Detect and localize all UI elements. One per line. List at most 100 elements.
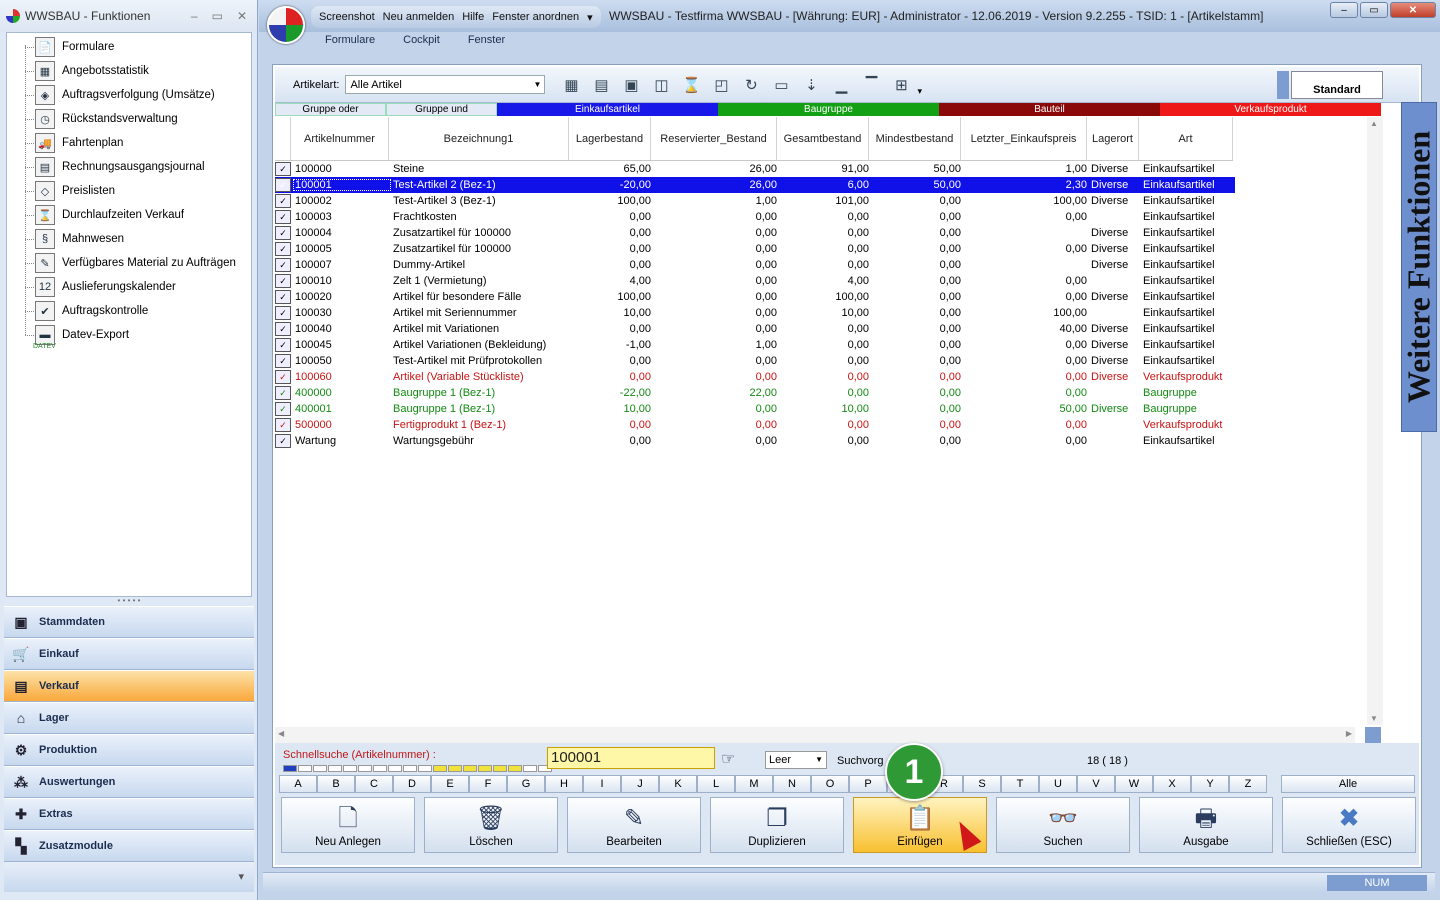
letter-b-button[interactable]: B — [317, 775, 355, 793]
table-row[interactable]: ✓ 100040 Artikel mit Variationen 0,00 0,00 0,… — [275, 321, 1235, 337]
table-row[interactable]: ✓ 100005 Zusatzartikel für 100000 0,00 0,00 0… — [275, 241, 1235, 257]
tree-item-10[interactable]: 12 Auslieferungskalender — [25, 275, 176, 299]
table-row[interactable]: ✓ 100045 Artikel Variationen (Bekleidung) -… — [275, 337, 1235, 353]
letter-o-button[interactable]: O — [811, 775, 849, 793]
letter-u-button[interactable]: U — [1039, 775, 1077, 793]
column-header[interactable]: Mindestbestand — [869, 117, 961, 160]
table-row[interactable]: ✓ 100003 Frachtkosten 0,00 0,00 0,00 0,00 0,00 E… — [275, 209, 1235, 225]
main-maximize-button[interactable]: ▭ — [1360, 2, 1388, 18]
minimize-button[interactable]: – — [191, 9, 198, 23]
main-minimize-button[interactable]: – — [1330, 2, 1358, 18]
column-header[interactable]: Bezeichnung1 — [389, 117, 569, 160]
letter-g-button[interactable]: G — [507, 775, 545, 793]
standard-button[interactable]: Standard — [1291, 71, 1383, 99]
group-filter-1[interactable]: Gruppe und — [386, 103, 497, 116]
table-row[interactable]: ✓ 100007 Dummy-Artikel 0,00 0,00 0,00 0,00 Dive… — [275, 257, 1235, 273]
letter-t-button[interactable]: T — [1001, 775, 1039, 793]
main-close-button[interactable]: ✕ — [1390, 2, 1436, 18]
letter-s-button[interactable]: S — [963, 775, 1001, 793]
column-header[interactable]: Lagerbestand — [569, 117, 651, 160]
nav-lager[interactable]: ⌂ Lager — [4, 702, 254, 734]
tree-item-1[interactable]: ▦ Angebotsstatistik — [25, 59, 149, 83]
letter-m-button[interactable]: M — [735, 775, 773, 793]
nav-auswertungen[interactable]: ⁂ Auswertungen — [4, 766, 254, 798]
scroll-left-icon[interactable]: ◀ — [278, 729, 284, 738]
horizontal-scrollbar[interactable]: ◀ ▶ — [275, 727, 1355, 743]
grid-view-icon[interactable]: ▦ — [559, 73, 583, 97]
delete-button[interactable]: 🗑 Löschen — [424, 797, 558, 853]
group-filter-3[interactable]: Baugruppe — [718, 103, 939, 116]
database-icon[interactable]: ▤ — [589, 73, 613, 97]
letter-l-button[interactable]: L — [697, 775, 735, 793]
scroll-up-icon[interactable]: ▲ — [1370, 119, 1378, 128]
boxes-icon[interactable]: ◫ — [649, 73, 673, 97]
tree-item-8[interactable]: § Mahnwesen — [24, 227, 124, 251]
column-header[interactable]: Artikelnummer — [291, 117, 389, 160]
letter-e-button[interactable]: E — [431, 775, 469, 793]
alle-button[interactable]: Alle — [1281, 775, 1415, 793]
table-row[interactable]: ✓ 100004 Zusatzartikel für 100000 0,00 0,00 0… — [275, 225, 1235, 241]
table-row[interactable]: ✓ 100000 Steine 65,00 26,00 91,00 50,00 1,00 Div… — [275, 161, 1235, 177]
quick-search-input[interactable]: 100001 — [547, 747, 715, 769]
tree-item-9[interactable]: ✎ Verfügbares Material zu Aufträgen — [25, 251, 236, 275]
hourglass-icon[interactable]: ⌛ — [679, 73, 703, 97]
letter-f-button[interactable]: F — [469, 775, 507, 793]
letter-x-button[interactable]: X — [1153, 775, 1191, 793]
nav-extras[interactable]: ✚ Extras — [4, 798, 254, 830]
column-header[interactable]: Letzter_Einkaufspreis — [961, 117, 1087, 160]
nav-verkauf[interactable]: ▤ Verkauf — [4, 670, 254, 702]
edit-button[interactable]: ✎ Bearbeiten — [567, 797, 701, 853]
close-window-button[interactable]: ✕ — [237, 9, 247, 23]
splitter-grip[interactable]: • • • • • — [6, 597, 252, 606]
letter-j-button[interactable]: J — [621, 775, 659, 793]
letter-y-button[interactable]: Y — [1191, 775, 1229, 793]
nav-produktion[interactable]: ⚙ Produktion — [4, 734, 254, 766]
letter-n-button[interactable]: N — [773, 775, 811, 793]
arrange-windows-link[interactable]: Fenster anordnen — [492, 11, 579, 23]
tree-item-7[interactable]: ⌛ Durchlaufzeiten Verkauf — [24, 203, 184, 227]
maximize-button[interactable]: ▭ — [212, 9, 223, 23]
table-row[interactable]: ✓ 100010 Zelt 1 (Vermietung) 4,00 0,00 4,00 0,… — [275, 273, 1235, 289]
close-button[interactable]: ✖ Schließen (ESC) — [1282, 797, 1416, 853]
tree-item-4[interactable]: 🚚 Fahrtenplan — [24, 131, 123, 155]
artikelart-select[interactable]: Alle Artikel ▼ — [345, 75, 546, 94]
table-row[interactable]: ✓ 400001 Baugruppe 1 (Bez-1) 10,00 0,00 10,00… — [275, 401, 1235, 417]
app-orb-icon[interactable] — [267, 6, 305, 44]
table-row[interactable]: ✓ 100030 Artikel mit Seriennummer 10,00 0,00… — [275, 305, 1235, 321]
table-row[interactable]: ✓ 500000 Fertigprodukt 1 (Bez-1) 0,00 0,00 0,… — [275, 417, 1235, 433]
nav-zusatzmodule[interactable]: ▚ Zusatzmodule — [4, 830, 254, 862]
tree-item-3[interactable]: ◷ Rückstandsverwaltung — [25, 107, 178, 131]
group-filter-2[interactable]: Einkaufsartikel — [497, 103, 718, 116]
weitere-funktionen-tab[interactable]: Weitere Funktionen — [1401, 102, 1437, 432]
package-icon[interactable]: ◰ — [709, 73, 733, 97]
nav-expand-button[interactable]: ▾ — [4, 862, 254, 892]
group-filter-0[interactable]: Gruppe oder — [275, 103, 386, 116]
letter-k-button[interactable]: K — [659, 775, 697, 793]
scroll-down-icon[interactable]: ▼ — [1370, 714, 1378, 723]
table-row[interactable]: ✓ 100002 Test-Artikel 3 (Bez-1) 100,00 1,00 1… — [275, 193, 1235, 209]
tree-item-5[interactable]: ▤ Rechnungsausgangsjournal — [25, 155, 205, 179]
column-header[interactable]: Lagerort — [1087, 117, 1139, 160]
nav-stammdaten[interactable]: ▣ Stammdaten — [4, 606, 254, 638]
group-filter-4[interactable]: Bauteil — [939, 103, 1160, 116]
new-button[interactable]: 🗋 Neu Anlegen — [281, 797, 415, 853]
menu-fenster[interactable]: Fenster — [468, 34, 505, 54]
output-button[interactable]: 🖶 Ausgabe — [1139, 797, 1273, 853]
toolbar-overflow-icon[interactable]: ▾ — [917, 86, 922, 97]
column-header[interactable]: Gesamtbestand — [777, 117, 869, 160]
table-row[interactable]: ✓ 100020 Artikel für besondere Fälle 100,00… — [275, 289, 1235, 305]
screenshot-link[interactable]: Screenshot — [319, 11, 375, 23]
tree-item-12[interactable]: ▬ Datev-Export DATEV — [24, 323, 129, 350]
letter-d-button[interactable]: D — [393, 775, 431, 793]
group-filter-5[interactable]: Verkaufsprodukt — [1160, 103, 1381, 116]
quickbar-dropdown-icon[interactable]: ▾ — [587, 11, 593, 24]
table-row[interactable]: ✓ 400000 Baugruppe 1 (Bez-1) -22,00 22,00 0,0… — [275, 385, 1235, 401]
menu-cockpit[interactable]: Cockpit — [403, 34, 440, 54]
letter-c-button[interactable]: C — [355, 775, 393, 793]
nav-einkauf[interactable]: 🛒 Einkauf — [4, 638, 254, 670]
tree-item-0[interactable]: 📄 Formulare — [24, 35, 114, 59]
menu-formulare[interactable]: Formulare — [325, 34, 375, 54]
tree-item-2[interactable]: ◈ Auftragsverfolgung (Umsätze) — [25, 83, 215, 107]
refresh-icon[interactable]: ↻ — [739, 73, 763, 97]
letter-z-button[interactable]: Z — [1229, 775, 1267, 793]
